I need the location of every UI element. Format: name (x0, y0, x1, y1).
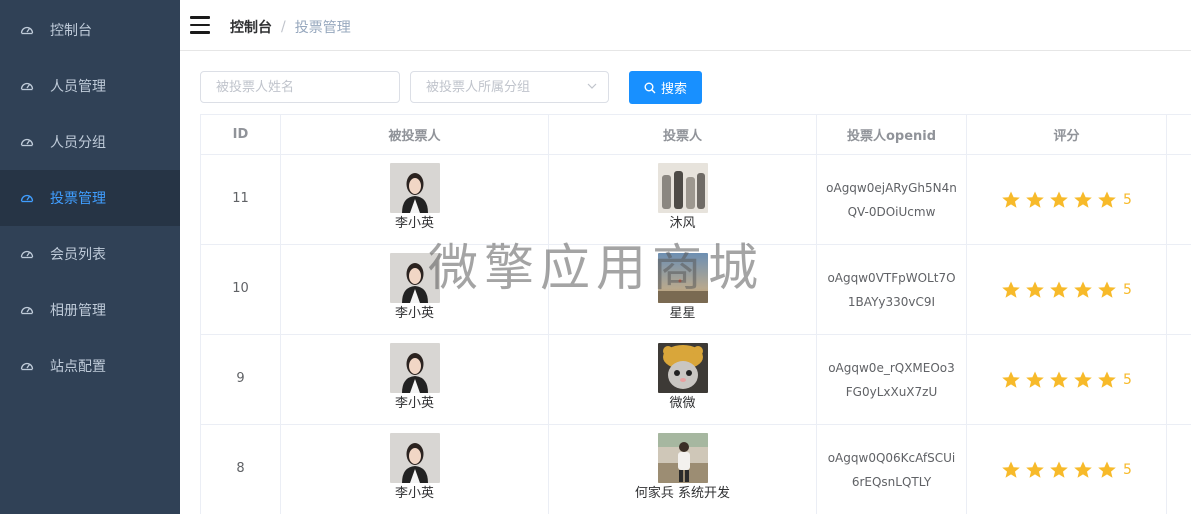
sidebar-item-votes[interactable]: 投票管理 (0, 170, 180, 226)
voter-avatar (657, 433, 708, 483)
breadcrumb-home[interactable]: 控制台 (230, 17, 272, 37)
hamburger-menu-icon[interactable] (190, 16, 210, 34)
sidebar-item-groups[interactable]: 人员分组 (0, 114, 180, 170)
sidebar-item-label: 控制台 (50, 23, 92, 39)
table-row: 8 李小英 何家兵 系统开发 oAgqw0Q06KcAfSCUi6rEQsnLQ… (200, 425, 1191, 514)
dashboard-icon (20, 194, 34, 203)
rating-stars: 5 (967, 460, 1166, 480)
voter-openid: oAgqw0e_rQXMEOo3FG0yLxXuX7zU (828, 360, 955, 399)
search-button[interactable]: 搜索 (629, 71, 702, 104)
target-avatar (389, 433, 440, 483)
sidebar-item-console[interactable]: 控制台 (0, 2, 180, 58)
target-name-input[interactable] (200, 71, 400, 103)
star-icon (1026, 191, 1044, 208)
sidebar-item-members[interactable]: 会员列表 (0, 226, 180, 282)
star-icon (1050, 281, 1068, 298)
voter-openid: oAgqw0VTFpWOLt7O1BAYy330vC9I (827, 270, 956, 309)
star-icon (1002, 371, 1020, 388)
star-icon (1074, 371, 1092, 388)
voter-openid: oAgqw0ejARyGh5N4nQV-0DOiUcmw (826, 180, 957, 219)
sidebar-item-label: 人员分组 (50, 135, 106, 151)
row-id: 8 (236, 460, 245, 476)
target-avatar (389, 253, 440, 303)
chevron-down-icon (587, 83, 597, 89)
column-header-rating: 评分 (967, 115, 1167, 154)
search-button-label: 搜索 (660, 82, 687, 97)
dashboard-icon (20, 26, 34, 35)
star-icon (1098, 371, 1116, 388)
dashboard-icon (20, 82, 34, 91)
voter-openid: oAgqw0Q06KcAfSCUi6rEQsnLQTLY (827, 450, 956, 489)
star-icon (1002, 191, 1020, 208)
table-row: 9 李小英 微微 oAgqw0e_rQXMEOo3FG0yLxXuX7zU 5 (200, 335, 1191, 425)
voter-avatar (657, 253, 708, 303)
breadcrumb-separator: / (281, 19, 286, 35)
search-icon (644, 82, 656, 93)
dashboard-icon (20, 250, 34, 259)
breadcrumb: 控制台 / 投票管理 (230, 17, 351, 37)
rating-score: 5 (1123, 461, 1132, 478)
column-header-target: 被投票人 (281, 115, 549, 154)
dashboard-icon (20, 362, 34, 371)
star-icon (1026, 371, 1044, 388)
table-row: 10 李小英 星星 oAgqw0VTFpWOLt7O1BAYy330vC9I 5 (200, 245, 1191, 335)
column-header-id: ID (200, 115, 281, 154)
column-header-extra (1167, 115, 1191, 154)
rating-score: 5 (1123, 371, 1132, 388)
star-icon (1074, 461, 1092, 478)
star-icon (1026, 461, 1044, 478)
star-icon (1050, 371, 1068, 388)
star-icon (1074, 191, 1092, 208)
star-icon (1026, 281, 1044, 298)
rating-stars: 5 (967, 370, 1166, 390)
row-id: 10 (232, 280, 249, 296)
target-name: 李小英 (394, 396, 434, 411)
dashboard-icon (20, 306, 34, 315)
sidebar-item-label: 相册管理 (50, 303, 106, 319)
table-header: ID 被投票人 投票人 投票人openid 评分 (200, 114, 1191, 155)
row-id: 9 (236, 370, 245, 386)
voter-name: 微微 (669, 396, 696, 411)
target-name: 李小英 (394, 486, 434, 501)
sidebar-item-people[interactable]: 人员管理 (0, 58, 180, 114)
star-icon (1098, 281, 1116, 298)
star-icon (1074, 281, 1092, 298)
sidebar-item-label: 投票管理 (50, 191, 106, 207)
voter-name: 何家兵 系统开发 (634, 486, 731, 501)
rating-stars: 5 (967, 280, 1166, 300)
row-id: 11 (232, 190, 249, 206)
sidebar-item-label: 站点配置 (50, 359, 106, 375)
star-icon (1050, 461, 1068, 478)
target-name: 李小英 (394, 306, 434, 321)
voter-avatar (657, 163, 708, 213)
column-header-openid: 投票人openid (817, 115, 967, 154)
rating-score: 5 (1123, 191, 1132, 208)
voter-name: 星星 (669, 306, 696, 321)
group-select-input[interactable] (410, 71, 609, 103)
table-row: 11 李小英 沐风 oAgqw0ejARyGh5N4nQV-0DOiUcmw 5 (200, 155, 1191, 245)
target-avatar (389, 163, 440, 213)
sidebar-item-label: 人员管理 (50, 79, 106, 95)
star-icon (1098, 461, 1116, 478)
voter-avatar (657, 343, 708, 393)
sidebar-item-site-config[interactable]: 站点配置 (0, 338, 180, 394)
breadcrumb-current: 投票管理 (294, 20, 351, 36)
rating-score: 5 (1123, 281, 1132, 298)
dashboard-icon (20, 138, 34, 147)
top-navbar: 控制台 / 投票管理 (180, 0, 1191, 51)
star-icon (1002, 461, 1020, 478)
sidebar-item-albums[interactable]: 相册管理 (0, 282, 180, 338)
star-icon (1050, 191, 1068, 208)
rating-stars: 5 (967, 190, 1166, 210)
sidebar-item-label: 会员列表 (50, 247, 106, 263)
group-select[interactable] (410, 71, 609, 103)
star-icon (1098, 191, 1116, 208)
target-avatar (389, 343, 440, 393)
target-name: 李小英 (394, 216, 434, 231)
column-header-voter: 投票人 (549, 115, 817, 154)
voter-name: 沐风 (669, 216, 696, 231)
star-icon (1002, 281, 1020, 298)
sidebar: 控制台 人员管理 人员分组 投票管理 会员列表 相册管理 站点配置 (0, 0, 180, 514)
